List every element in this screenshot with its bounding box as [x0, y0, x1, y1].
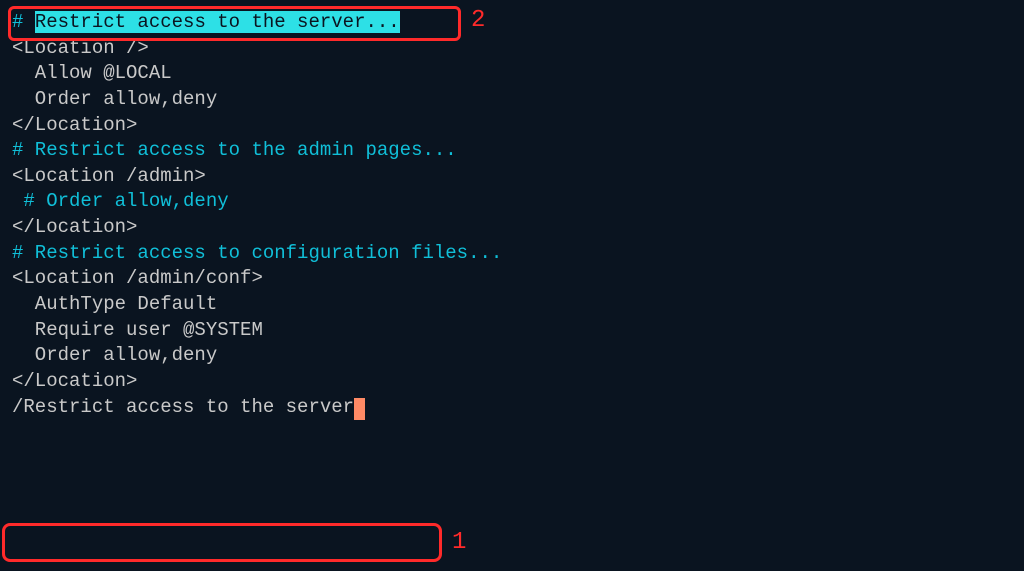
code-line-2[interactable]: <Location />: [12, 36, 1012, 62]
code-line-12[interactable]: # Restrict access to configuration files…: [12, 241, 1012, 267]
code-line-16[interactable]: Order allow,deny: [12, 343, 1012, 369]
code-line-15[interactable]: Require user @SYSTEM: [12, 318, 1012, 344]
code-line-8[interactable]: <Location /admin>: [12, 164, 1012, 190]
code-line-1[interactable]: # Restrict access to the server...: [12, 10, 1012, 36]
annotation-label-2: 2: [471, 5, 485, 37]
code-line-17[interactable]: </Location>: [12, 369, 1012, 395]
cursor-icon: [354, 398, 365, 420]
code-line-5[interactable]: </Location>: [12, 113, 1012, 139]
code-line-14[interactable]: AuthType Default: [12, 292, 1012, 318]
code-line-13[interactable]: <Location /admin/conf>: [12, 266, 1012, 292]
search-query: Restrict access to the server: [23, 396, 354, 418]
code-line-10[interactable]: </Location>: [12, 215, 1012, 241]
code-line-4[interactable]: Order allow,deny: [12, 87, 1012, 113]
code-line-7[interactable]: # Restrict access to the admin pages...: [12, 138, 1012, 164]
search-match-highlight: Restrict access to the server...: [35, 11, 400, 33]
code-line-9[interactable]: # Order allow,deny: [12, 189, 1012, 215]
code-line-3[interactable]: Allow @LOCAL: [12, 61, 1012, 87]
comment-hash: #: [12, 11, 35, 33]
search-slash: /: [12, 396, 23, 418]
annotation-label-1: 1: [452, 527, 466, 559]
search-command-line[interactable]: /Restrict access to the server: [12, 395, 1012, 421]
annotation-box-bottom: [2, 523, 442, 562]
